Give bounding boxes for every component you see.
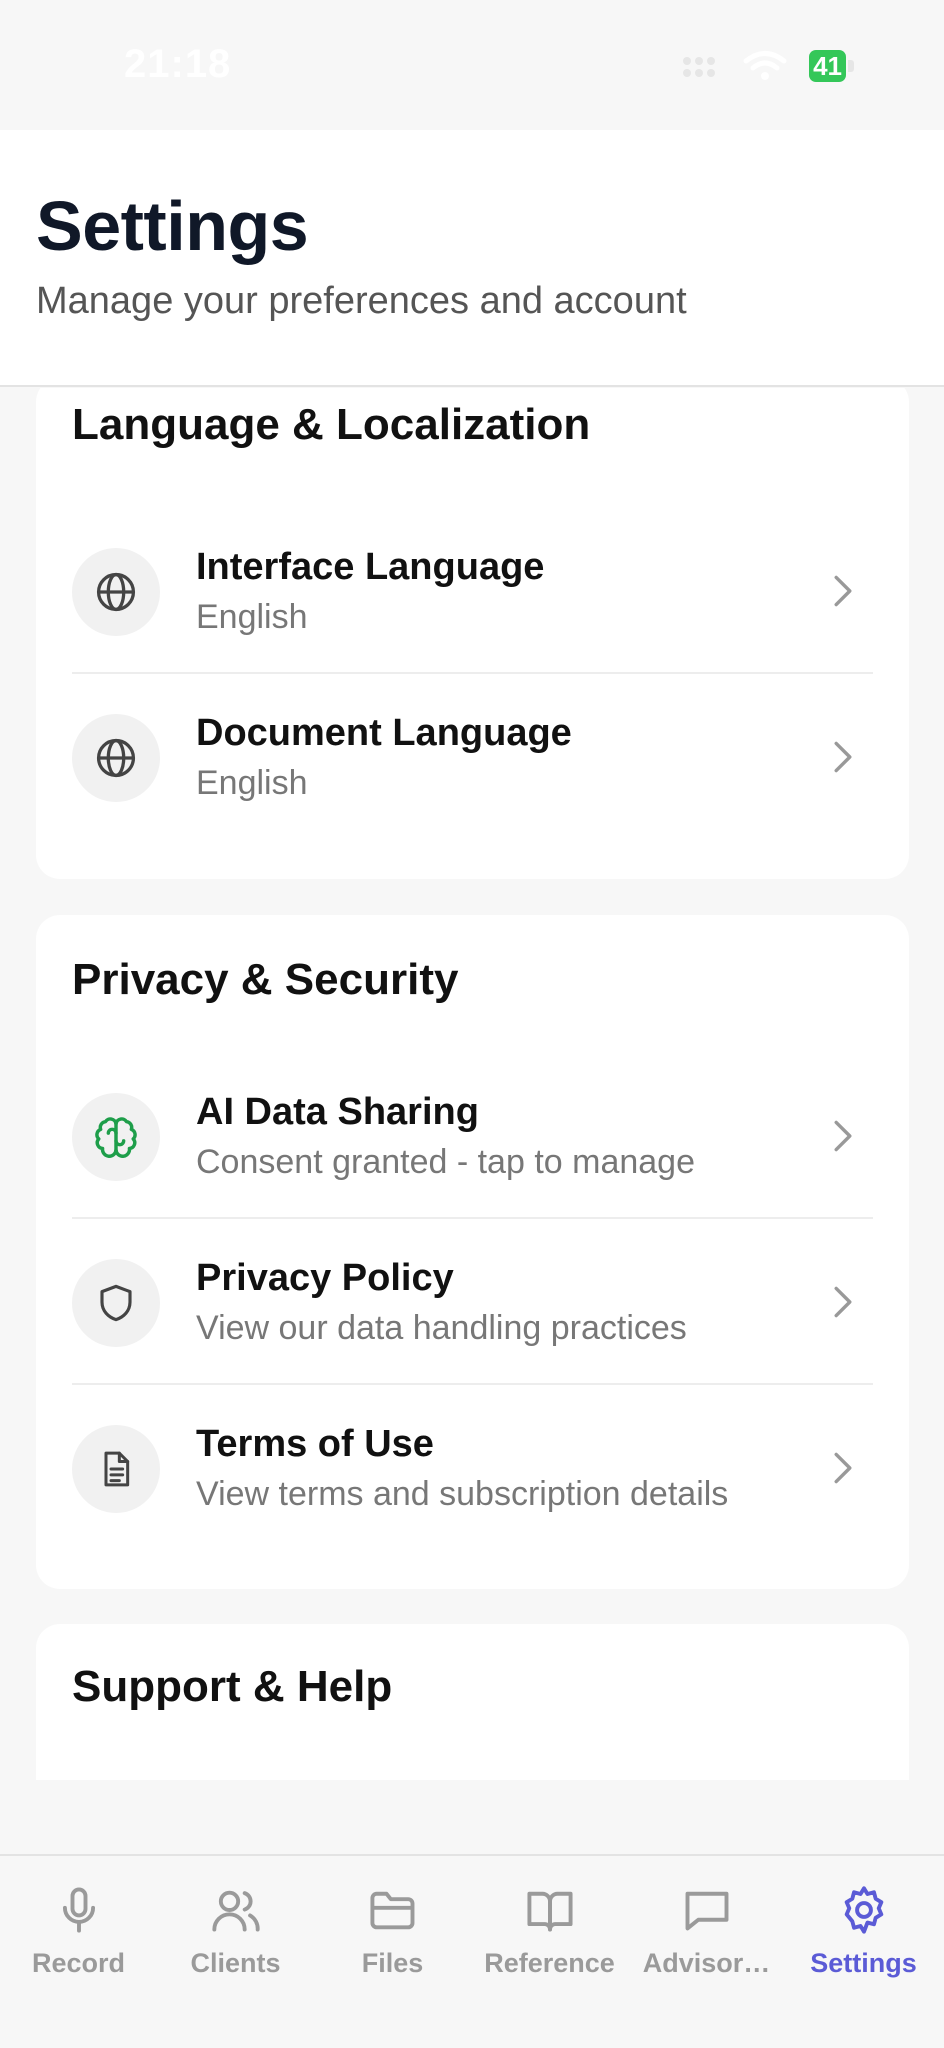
- settings-scroll-area[interactable]: Language & Localization Interface Langua…: [0, 388, 944, 1780]
- shield-icon: [72, 1259, 160, 1347]
- tab-label: Settings: [810, 1948, 917, 1978]
- bottom-tab-bar: Record Clients Files Reference Advisor… …: [0, 1854, 944, 2048]
- ai-data-sharing-row[interactable]: AI Data Sharing Consent granted - tap to…: [72, 1053, 873, 1219]
- folder-icon: [369, 1891, 414, 1930]
- tab-label: Clients: [190, 1948, 281, 1978]
- tab-label: Reference: [484, 1948, 615, 1978]
- tab-record[interactable]: Record: [0, 1884, 157, 1994]
- row-title: Privacy Policy: [196, 1257, 454, 1299]
- row-value: Consent granted - tap to manage: [196, 1143, 695, 1181]
- chevron-right-icon: [823, 737, 863, 777]
- chat-icon: [685, 1891, 728, 1931]
- tab-label: Record: [31, 1948, 126, 1978]
- wifi-icon: [743, 51, 787, 80]
- section-title-privacy: Privacy & Security: [72, 955, 459, 1004]
- battery-level: 41: [809, 50, 846, 82]
- row-title: Interface Language: [196, 546, 545, 588]
- terms-of-use-row[interactable]: Terms of Use View terms and subscription…: [72, 1385, 873, 1551]
- globe-icon: [72, 714, 160, 802]
- chevron-right-icon: [823, 571, 863, 611]
- chevron-right-icon: [823, 1116, 863, 1156]
- document-icon: [72, 1425, 160, 1513]
- row-value: English: [196, 598, 308, 636]
- tab-label: Advisor…: [642, 1948, 771, 1978]
- row-title: Document Language: [196, 712, 572, 754]
- tab-label: Files: [361, 1948, 424, 1978]
- signal-icon: [683, 57, 716, 77]
- tab-reference[interactable]: Reference: [471, 1884, 628, 1994]
- document-language-row[interactable]: Document Language English: [72, 674, 873, 840]
- row-title: Terms of Use: [196, 1423, 434, 1465]
- gear-icon: [844, 1886, 883, 1934]
- page-subtitle: Manage your preferences and account: [36, 280, 687, 322]
- tab-advisor[interactable]: Advisor…: [628, 1884, 785, 1994]
- page-title: Settings: [36, 187, 309, 265]
- privacy-policy-row[interactable]: Privacy Policy View our data handling pr…: [72, 1219, 873, 1385]
- section-title-language: Language & Localization: [72, 400, 591, 449]
- battery-cap: [848, 60, 854, 72]
- page-header: Settings Manage your preferences and acc…: [0, 130, 944, 387]
- row-value: View terms and subscription details: [196, 1475, 729, 1513]
- support-section: Support & Help: [36, 1624, 909, 1780]
- brain-icon: [72, 1093, 160, 1181]
- status-bar: 21:18 41: [0, 0, 944, 130]
- row-title: AI Data Sharing: [196, 1091, 479, 1133]
- battery-indicator: 41: [809, 50, 854, 82]
- privacy-section: Privacy & Security AI Data Sharing Conse…: [36, 915, 909, 1589]
- tab-files[interactable]: Files: [314, 1884, 471, 1994]
- language-section: Language & Localization Interface Langua…: [36, 388, 909, 879]
- interface-language-row[interactable]: Interface Language English: [72, 508, 873, 674]
- status-icons: 41: [681, 46, 854, 86]
- chevron-right-icon: [823, 1448, 863, 1488]
- microphone-icon: [62, 1887, 95, 1933]
- chevron-right-icon: [823, 1282, 863, 1322]
- row-value: English: [196, 764, 308, 802]
- tab-clients[interactable]: Clients: [157, 1884, 314, 1994]
- tab-settings[interactable]: Settings: [785, 1884, 942, 1994]
- globe-icon: [72, 548, 160, 636]
- book-icon: [526, 1891, 573, 1932]
- row-value: View our data handling practices: [196, 1309, 687, 1347]
- section-title-support: Support & Help: [72, 1662, 393, 1711]
- users-icon: [211, 1890, 260, 1932]
- status-time: 21:18: [124, 42, 232, 86]
